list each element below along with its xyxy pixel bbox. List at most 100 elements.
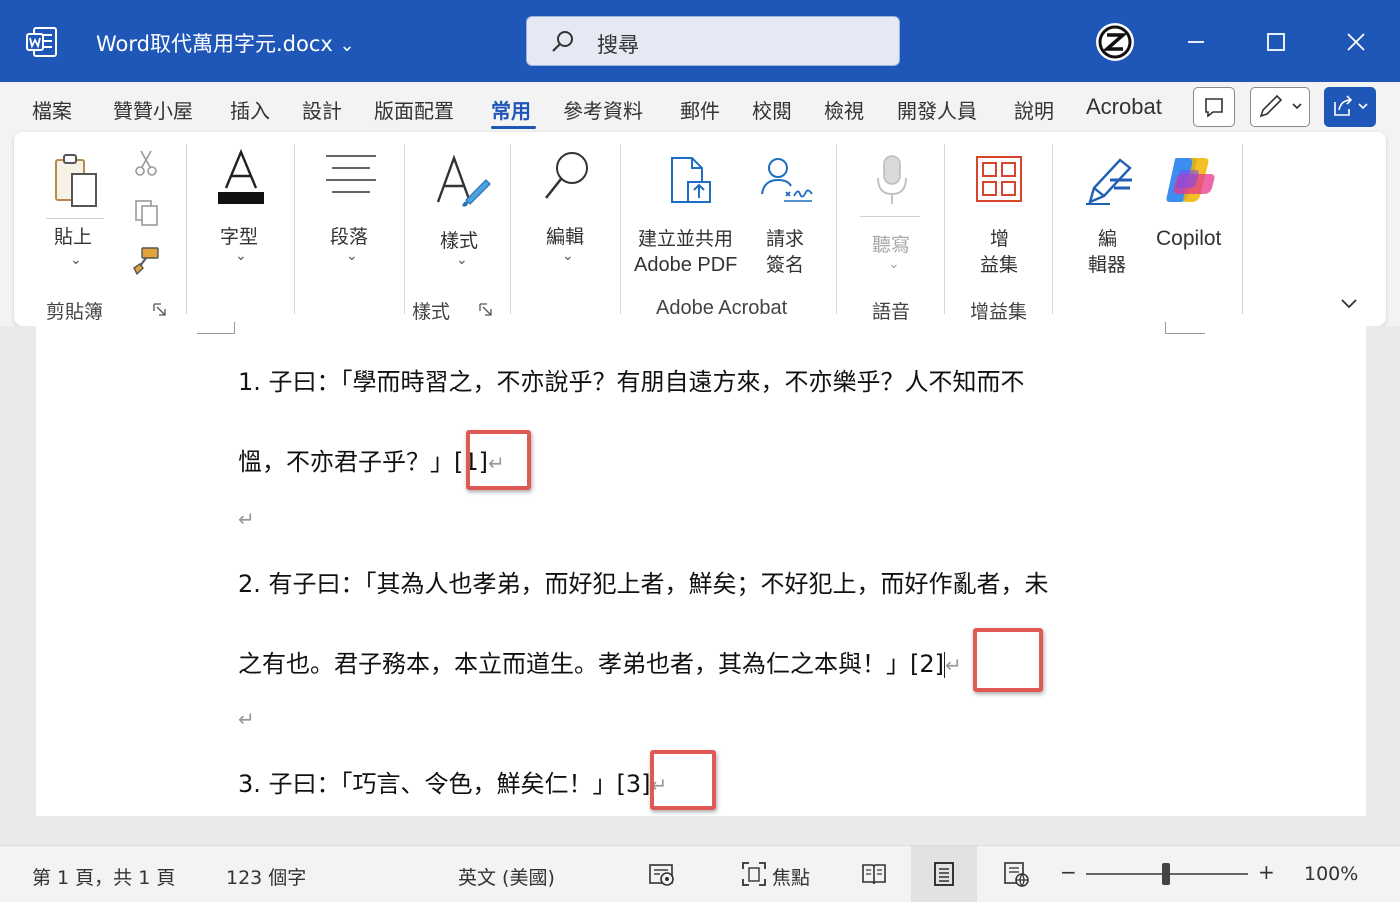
document-title[interactable]: Word取代萬用字元.docx ⌄ (96, 28, 355, 58)
highlight-box-2 (973, 628, 1043, 692)
add-ins-label-line2: 益集 (980, 254, 1019, 276)
zoom-out-button[interactable]: − (1060, 860, 1077, 884)
tab-zanzan[interactable]: 贊贊小屋 (113, 95, 193, 124)
clipboard-launcher-icon[interactable] (152, 302, 168, 318)
add-ins-group-label: 增益集 (970, 301, 1028, 323)
account-avatar-icon[interactable] (1094, 21, 1136, 63)
tab-design[interactable]: 設計 (302, 95, 342, 124)
paragraph-lines-icon (326, 155, 376, 193)
dictate-button: 聽寫 ⌄ (858, 144, 924, 274)
document-title-text: Word取代萬用字元.docx (96, 32, 333, 56)
footnote-ref-2[interactable]: [2] (910, 650, 944, 678)
tab-home[interactable]: 常用 (491, 95, 531, 124)
font-label: 字型 (220, 226, 259, 248)
zoom-level[interactable]: 100% (1304, 863, 1358, 885)
title-bar: Word取代萬用字元.docx ⌄ 搜尋 (0, 0, 1400, 82)
styles-chevron-down-icon: ⌄ (456, 252, 468, 268)
empty-paragraph-2[interactable]: ↵ (238, 704, 255, 732)
web-layout-icon[interactable] (1002, 860, 1030, 888)
copilot-label: Copilot (1156, 227, 1222, 250)
styles-launcher-icon[interactable] (478, 302, 494, 318)
tab-developer[interactable]: 開發人員 (897, 95, 977, 124)
editor-label-line2: 輯器 (1088, 254, 1127, 276)
format-painter-icon[interactable] (130, 246, 162, 276)
request-signature-line2: 簽名 (766, 254, 805, 276)
add-ins-button[interactable]: 增 益集 (964, 144, 1034, 276)
comments-button[interactable] (1193, 87, 1235, 127)
create-pdf-label-line2: Adobe PDF (634, 254, 738, 276)
search-icon (552, 31, 573, 52)
focus-mode-icon[interactable] (740, 860, 768, 888)
pencil-icon (1259, 94, 1302, 118)
page-crop-mark-left (197, 322, 235, 334)
paragraph-3-text: 3. 子曰：「巧言、令色，鮮矣仁！」 (238, 770, 617, 798)
active-tab-indicator (491, 126, 536, 129)
close-button[interactable] (1336, 22, 1376, 62)
tab-layout[interactable]: 版面配置 (374, 95, 454, 124)
cut-scissors-icon[interactable] (132, 148, 160, 178)
editing-button[interactable]: 編輯 ⌄ (532, 144, 602, 274)
ribbon-separator (620, 144, 621, 314)
tab-file[interactable]: 檔案 (32, 95, 72, 124)
editor-label-line1: 編 (1098, 228, 1118, 250)
paste-chevron-down-icon: ⌄ (70, 252, 82, 268)
maximize-button[interactable] (1256, 22, 1296, 62)
language-status[interactable]: 英文 (美國) (458, 863, 555, 890)
accessibility-check-icon[interactable] (648, 860, 676, 888)
signature-icon (761, 158, 813, 202)
print-layout-icon[interactable] (930, 860, 958, 888)
request-signature-button[interactable]: 請求 簽名 (752, 144, 818, 276)
paste-button[interactable]: 貼上 ⌄ (44, 144, 106, 274)
paragraph-mark: ↵ (238, 707, 255, 731)
empty-paragraph-1[interactable]: ↵ (238, 504, 255, 532)
tab-mailings[interactable]: 郵件 (680, 95, 720, 124)
paragraph-button[interactable]: 段落 ⌄ (316, 144, 386, 274)
copilot-button[interactable]: Copilot (1152, 144, 1232, 274)
tab-references[interactable]: 參考資料 (563, 95, 643, 124)
tab-review[interactable]: 校閱 (752, 95, 792, 124)
find-magnifier-icon (544, 152, 588, 199)
font-a-icon (218, 148, 264, 204)
dictate-divider (860, 216, 920, 217)
comment-icon (1205, 98, 1223, 118)
paste-divider (46, 218, 104, 219)
font-button[interactable]: 字型 ⌄ (206, 144, 276, 274)
editing-label: 編輯 (546, 226, 585, 248)
highlight-box-3 (650, 750, 716, 810)
create-share-pdf-button[interactable]: 建立並共用 Adobe PDF (630, 144, 750, 276)
search-box[interactable]: 搜尋 (526, 16, 900, 66)
paragraph-2-line-1[interactable]: 2. 有子曰：「其為人也孝弟，而好犯上者，鮮矣；不好犯上，而好作亂者，未 (238, 564, 1049, 599)
copy-icon[interactable] (132, 198, 162, 228)
paragraph-1-line-2[interactable]: 慍，不亦君子乎？」[1]↵ (238, 442, 505, 477)
ribbon-tabs: 檔案 贊贊小屋 插入 設計 版面配置 常用 參考資料 郵件 校閱 檢視 開發人員… (0, 82, 1400, 132)
zoom-slider-thumb[interactable] (1162, 863, 1170, 885)
paragraph-2-line-2[interactable]: 之有也。君子務本，本立而道生。孝弟也者，其為仁之本與！」[2]↵ (238, 644, 962, 679)
paragraph-label: 段落 (330, 226, 369, 248)
page-count-status[interactable]: 第 1 頁，共 1 頁 (32, 863, 175, 890)
ribbon-separator (294, 144, 295, 314)
word-app-icon[interactable] (26, 26, 58, 58)
styles-button[interactable]: 樣式 ⌄ (426, 144, 496, 274)
tab-insert[interactable]: 插入 (230, 95, 270, 124)
ribbon-separator (1242, 144, 1243, 314)
voice-group-label: 語音 (872, 301, 911, 323)
editor-button[interactable]: 編 輯器 (1072, 144, 1142, 276)
ribbon-panel: 貼上 ⌄ 剪貼簿 字型 ⌄ 段落 ⌄ 樣式 ⌄ 樣式 編輯 ⌄ 建立並共用 Ad… (14, 132, 1386, 326)
share-button[interactable] (1324, 87, 1376, 127)
paragraph-3-line-1[interactable]: 3. 子曰：「巧言、令色，鮮矣仁！」[3]↵ (238, 764, 667, 799)
tab-acrobat[interactable]: Acrobat (1086, 94, 1162, 120)
ribbon-separator (186, 144, 187, 314)
word-count-status[interactable]: 123 個字 (226, 863, 306, 890)
tab-view[interactable]: 檢視 (824, 95, 864, 124)
clipboard-group-label: 剪貼簿 (46, 301, 104, 323)
minimize-button[interactable] (1176, 22, 1216, 62)
focus-label[interactable]: 焦點 (772, 863, 810, 890)
paragraph-1-line-1[interactable]: 1. 子曰：「學而時習之，不亦說乎？有朋自遠方來，不亦樂乎？人不知而不 (238, 362, 1025, 397)
editing-mode-button[interactable] (1250, 87, 1310, 127)
tab-help[interactable]: 說明 (1014, 95, 1054, 124)
read-mode-icon[interactable] (860, 860, 888, 888)
zoom-in-button[interactable]: + (1258, 860, 1275, 884)
footnote-ref-3[interactable]: [3] (617, 770, 651, 798)
ribbon-expand-chevron-icon[interactable] (1338, 294, 1360, 312)
paste-clipboard-icon (55, 154, 97, 207)
